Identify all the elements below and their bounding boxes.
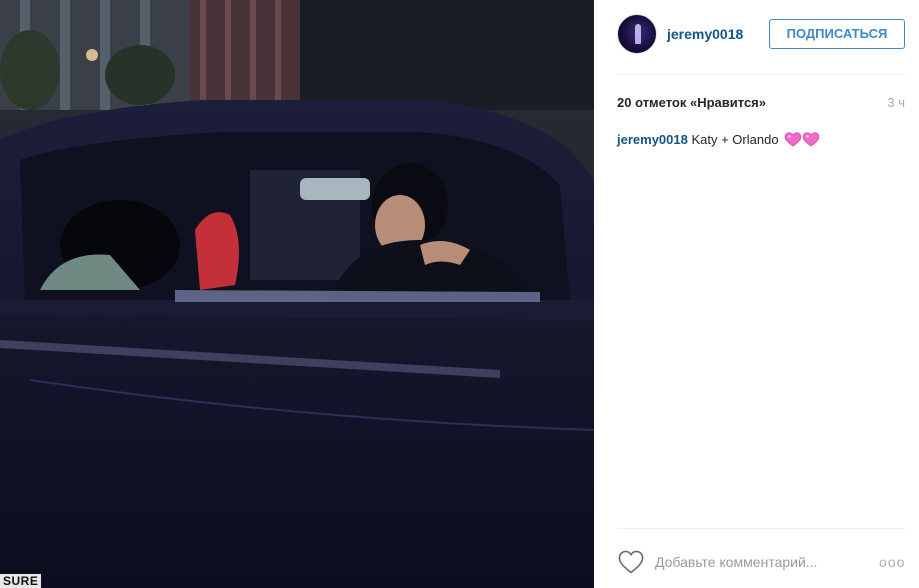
post-sidebar: jeremy0018 ПОДПИСАТЬСЯ 20 отметок «Нрави… <box>595 0 919 588</box>
avatar-image <box>635 24 641 44</box>
more-options-icon[interactable]: ооо <box>879 553 905 571</box>
photo-image <box>0 0 594 588</box>
likes-count[interactable]: 20 отметок «Нравится» <box>617 95 766 110</box>
photo-watermark: SURE <box>0 574 42 588</box>
header-divider <box>617 74 905 75</box>
follow-button[interactable]: ПОДПИСАТЬСЯ <box>769 19 905 49</box>
actions-divider <box>617 528 905 529</box>
caption-text: Katy + Orlando <box>691 132 779 147</box>
heart-outline-icon[interactable] <box>617 549 645 575</box>
avatar[interactable] <box>617 14 657 54</box>
caption-username-link[interactable]: jeremy0018 <box>617 132 688 147</box>
post-timestamp[interactable]: 3 ч <box>887 95 905 110</box>
post-photo[interactable]: SURE <box>0 0 594 588</box>
post-header: jeremy0018 ПОДПИСАТЬСЯ <box>617 14 905 60</box>
comment-input[interactable] <box>655 551 855 573</box>
username-link[interactable]: jeremy0018 <box>667 26 743 42</box>
two-hearts-emoji-icon <box>784 131 820 147</box>
caption: jeremy0018 Katy + Orlando <box>617 131 905 149</box>
